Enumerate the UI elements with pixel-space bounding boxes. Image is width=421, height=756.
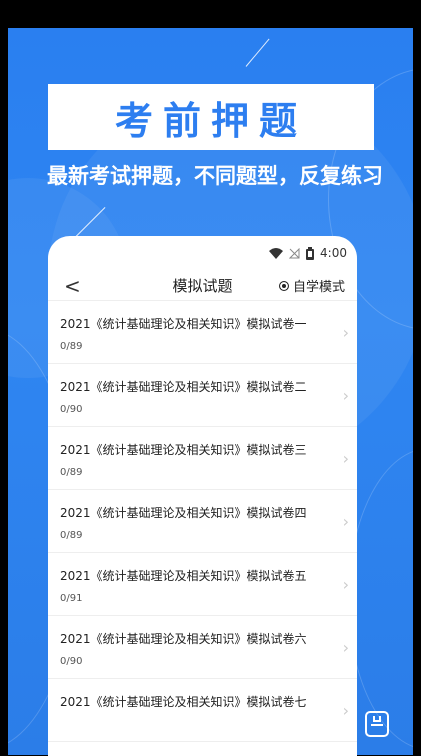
chevron-right-icon: › [342,386,349,405]
list-item[interactable]: 2021《统计基础理论及相关知识》模拟试卷一 0/89 › [48,301,357,364]
paper-list: 2021《统计基础理论及相关知识》模拟试卷一 0/89 › 2021《统计基础理… [48,301,357,742]
chevron-right-icon: › [342,701,349,720]
self-study-mode-button[interactable]: 自学模式 [278,276,345,295]
paper-title: 2021《统计基础理论及相关知识》模拟试卷三 [60,443,307,457]
list-item[interactable]: 2021《统计基础理论及相关知识》模拟试卷三 0/89 › [48,427,357,490]
list-item[interactable]: 2021《统计基础理论及相关知识》模拟试卷六 0/90 › [48,616,357,679]
paper-progress: 0/89 [60,530,83,541]
paper-progress: 0/89 [60,341,83,352]
paper-title: 2021《统计基础理论及相关知识》模拟试卷七 [60,695,307,709]
status-time: 4:00 [320,246,347,260]
chevron-right-icon: › [342,449,349,468]
paper-progress: 0/90 [60,656,83,667]
paper-title: 2021《统计基础理论及相关知识》模拟试卷一 [60,317,307,331]
save-icon[interactable] [365,711,389,737]
list-item[interactable]: 2021《统计基础理论及相关知识》模拟试卷二 0/90 › [48,364,357,427]
wifi-icon [269,247,284,259]
paper-title: 2021《统计基础理论及相关知识》模拟试卷四 [60,506,307,520]
paper-progress: 0/90 [60,404,83,415]
status-icons: 4:00 [269,246,347,260]
promo-subtitle: 最新考试押题，不同题型，反复练习 [47,164,383,188]
gear-icon [278,280,289,291]
chevron-right-icon: › [342,323,349,342]
list-item[interactable]: 2021《统计基础理论及相关知识》模拟试卷七 › [48,679,357,742]
chevron-right-icon: › [342,638,349,657]
list-item[interactable]: 2021《统计基础理论及相关知识》模拟试卷五 0/91 › [48,553,357,616]
chevron-right-icon: › [342,512,349,531]
decor-wave [348,448,413,750]
paper-progress: 0/91 [60,593,83,604]
save-icon-shape [371,724,383,726]
status-bar: 4:00 [48,236,357,270]
signal-off-icon [289,247,300,258]
decor-line [245,38,270,67]
paper-title: 2021《统计基础理论及相关知识》模拟试卷二 [60,380,307,394]
paper-progress: 0/89 [60,467,83,478]
mode-label: 自学模式 [292,280,345,295]
chevron-right-icon: › [342,575,349,594]
paper-title: 2021《统计基础理论及相关知识》模拟试卷六 [60,632,307,646]
banner-title: 考前押题 [114,98,307,143]
nav-bar: < 模拟试题 自学模式 [48,270,357,301]
phone-mockup: 4:00 < 模拟试题 自学模式 2021《统计基础理论及相关知识》模拟试卷一 … [48,236,357,756]
list-item[interactable]: 2021《统计基础理论及相关知识》模拟试卷四 0/89 › [48,490,357,553]
save-icon-shape [373,716,381,722]
battery-icon [306,246,315,260]
promo-banner: 考前押题 [48,84,374,150]
paper-title: 2021《统计基础理论及相关知识》模拟试卷五 [60,569,307,583]
